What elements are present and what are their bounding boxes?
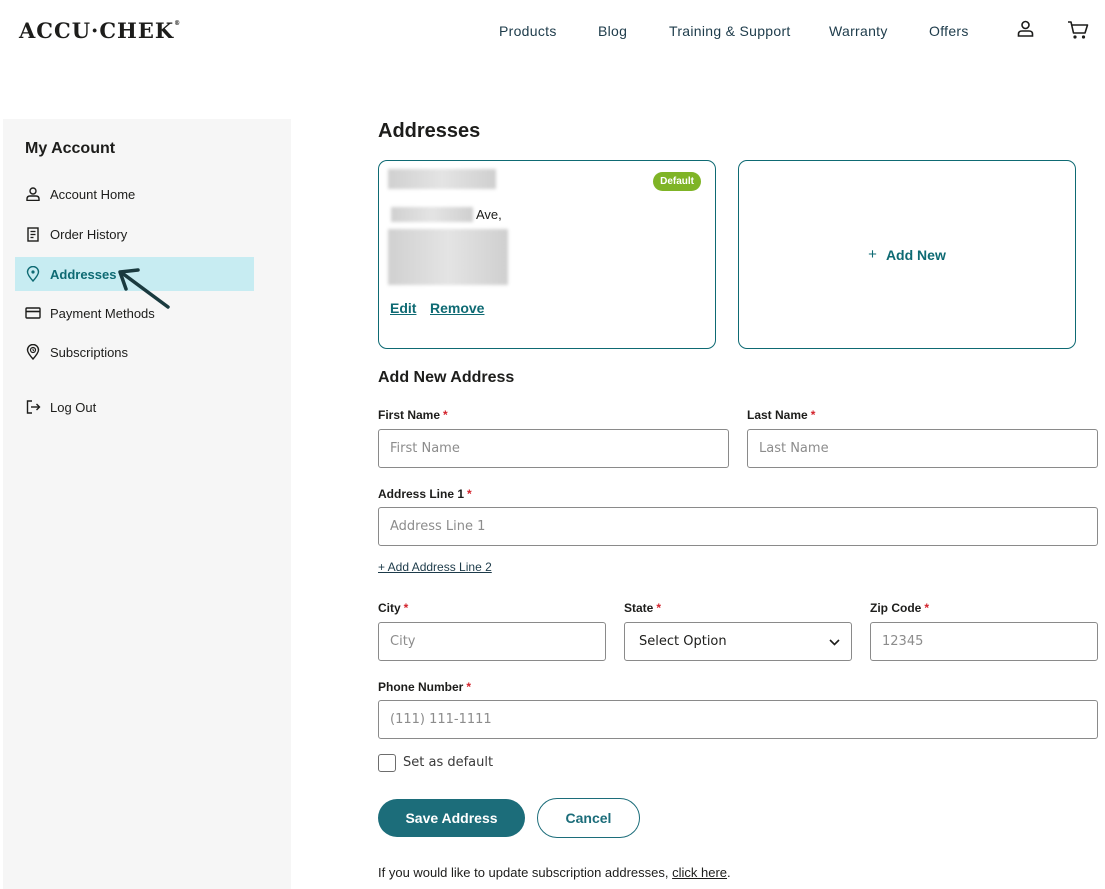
phone-label: Phone Number * bbox=[378, 680, 472, 694]
nav-offers[interactable]: Offers bbox=[929, 23, 969, 39]
logout-icon bbox=[25, 399, 41, 415]
add-new-address-card[interactable]: + Add New bbox=[738, 160, 1076, 349]
zip-label: Zip Code * bbox=[870, 601, 929, 615]
sidebar-title: My Account bbox=[25, 140, 116, 157]
form-title: Add New Address bbox=[378, 369, 515, 386]
last-name-label: Last Name * bbox=[747, 408, 816, 422]
sidebar-item-label: Order History bbox=[50, 226, 128, 242]
redacted-street bbox=[391, 207, 473, 222]
city-input[interactable] bbox=[378, 622, 606, 661]
state-selected-value: Select Option bbox=[639, 634, 727, 649]
subscription-icon bbox=[25, 344, 41, 360]
sidebar-item-label: Account Home bbox=[50, 186, 136, 202]
redacted-name bbox=[388, 169, 496, 189]
save-address-button[interactable]: Save Address bbox=[378, 799, 525, 837]
cancel-button[interactable]: Cancel bbox=[537, 798, 640, 838]
add-new-label: Add New bbox=[885, 246, 946, 263]
credit-card-icon bbox=[25, 305, 41, 321]
set-default-label: Set as default bbox=[403, 755, 494, 770]
account-icon[interactable] bbox=[1017, 20, 1034, 42]
nav-warranty[interactable]: Warranty bbox=[829, 23, 888, 39]
click-here-link[interactable]: click here bbox=[672, 865, 727, 880]
sidebar-item-subscriptions[interactable]: Subscriptions bbox=[15, 335, 254, 369]
default-badge: Default bbox=[653, 172, 701, 191]
add-address-line2-link[interactable]: + Add Address Line 2 bbox=[378, 560, 492, 574]
first-name-label: First Name * bbox=[378, 408, 448, 422]
address-street-suffix: Ave, bbox=[476, 207, 502, 222]
receipt-icon bbox=[25, 226, 41, 242]
nav-blog[interactable]: Blog bbox=[598, 23, 627, 39]
annotation-arrow-icon bbox=[118, 268, 170, 309]
sidebar-item-label: Addresses bbox=[50, 266, 117, 282]
remove-address-link[interactable]: Remove bbox=[430, 300, 484, 316]
sidebar-item-label: Log Out bbox=[50, 399, 97, 415]
nav-products[interactable]: Products bbox=[499, 23, 557, 39]
last-name-input[interactable] bbox=[747, 429, 1098, 468]
location-pin-icon bbox=[25, 266, 41, 282]
set-default-checkbox[interactable] bbox=[378, 754, 396, 772]
saved-address-card: Default Ave, Edit Remove bbox=[378, 160, 716, 349]
account-sidebar: My Account Account Home Order History Ad… bbox=[3, 119, 291, 889]
sidebar-item-account-home[interactable]: Account Home bbox=[15, 177, 254, 211]
sidebar-item-log-out[interactable]: Log Out bbox=[15, 390, 254, 424]
edit-address-link[interactable]: Edit bbox=[390, 300, 416, 316]
first-name-input[interactable] bbox=[378, 429, 729, 468]
page-title: Addresses bbox=[378, 120, 481, 142]
address-line1-label: Address Line 1 * bbox=[378, 487, 472, 501]
subscription-footnote: If you would like to update subscription… bbox=[378, 865, 731, 880]
plus-icon: + bbox=[868, 246, 877, 263]
state-select[interactable]: Select Option bbox=[624, 622, 852, 661]
redacted-city-state bbox=[388, 229, 508, 285]
cart-icon[interactable] bbox=[1067, 20, 1089, 45]
main-nav: Products Blog Training & Support Warrant… bbox=[0, 23, 1105, 43]
person-icon bbox=[25, 186, 41, 202]
chevron-down-icon bbox=[829, 633, 840, 651]
zip-input[interactable] bbox=[870, 622, 1098, 661]
sidebar-item-order-history[interactable]: Order History bbox=[15, 217, 254, 251]
address-line1-input[interactable] bbox=[378, 507, 1098, 546]
nav-training-support[interactable]: Training & Support bbox=[669, 23, 791, 39]
city-label: City * bbox=[378, 601, 409, 615]
phone-input[interactable] bbox=[378, 700, 1098, 739]
sidebar-item-label: Subscriptions bbox=[50, 344, 129, 360]
state-label: State * bbox=[624, 601, 662, 615]
